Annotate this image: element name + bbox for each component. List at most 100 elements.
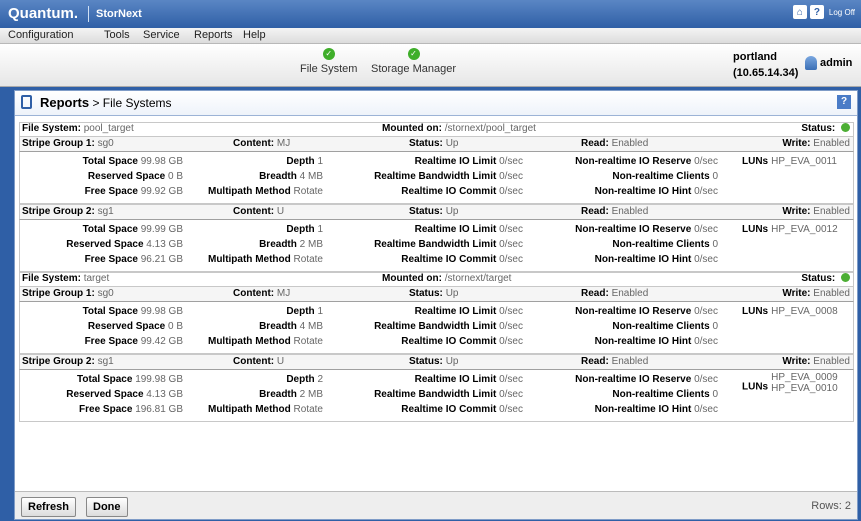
filesystem-name-label: File System:	[22, 123, 81, 134]
help-icon[interactable]: ?	[837, 95, 851, 109]
nrt-io-hint: Non-realtime IO Hint 0/sec	[595, 186, 718, 197]
breadth-label: Breadth	[259, 321, 297, 332]
stripe-group-status: Status: Up	[409, 138, 458, 149]
total-space-value: 99.99 GB	[140, 224, 183, 235]
reserved-space-label: Reserved Space	[66, 239, 144, 250]
multipath-method: Multipath Method Rotate	[208, 336, 323, 347]
host-ip: (10.65.14.34)	[733, 67, 799, 79]
title-bar: Quantum. StorNext ⌂ ? Log Off	[0, 0, 861, 28]
stripe-group-read-label: Read:	[581, 206, 609, 217]
rt-io-commit-label: Realtime IO Commit	[401, 254, 497, 265]
total-space-label: Total Space	[82, 306, 138, 317]
rt-io-commit-value: 0/sec	[499, 254, 523, 265]
nrt-io-reserve: Non-realtime IO Reserve 0/sec	[575, 224, 718, 235]
nrt-clients-value: 0	[712, 239, 718, 250]
stripe-group-row: Stripe Group 2: sg1 Content: U Status: U…	[19, 204, 854, 220]
lun-value: HP_EVA_0009	[771, 372, 838, 383]
luns: LUNs HP_EVA_0011	[742, 156, 837, 167]
menu-tools[interactable]: Tools	[104, 29, 130, 41]
status-ok-icon	[841, 123, 850, 132]
reserved-space-value: 0 B	[167, 171, 183, 182]
stripe-group-write-label: Write:	[782, 138, 811, 149]
menu-help[interactable]: Help	[243, 29, 266, 41]
stripe-group-status: Status: Up	[409, 356, 458, 367]
filesystem-status-label: Status:	[801, 123, 836, 134]
nrt-io-hint-value: 0/sec	[694, 254, 718, 265]
reserved-space-value: 4.13 GB	[146, 239, 183, 250]
rt-bandwidth-limit-label: Realtime Bandwidth Limit	[374, 239, 497, 250]
filesystem-name-label: File System:	[22, 273, 81, 284]
row-count: Rows: 2	[811, 500, 851, 512]
luns-label: LUNs	[742, 156, 769, 168]
user-info[interactable]: admin	[805, 56, 852, 70]
done-button[interactable]: Done	[86, 497, 128, 517]
report-icon	[21, 95, 32, 109]
refresh-button[interactable]: Refresh	[21, 497, 76, 517]
filesystem-name-value: target	[83, 273, 110, 284]
depth-label: Depth	[286, 156, 315, 167]
rt-io-limit-value: 0/sec	[499, 374, 523, 385]
menu-configuration[interactable]: Configuration	[8, 29, 73, 41]
breadth-value: 4 MB	[299, 321, 323, 332]
menu-service[interactable]: Service	[143, 29, 180, 41]
logoff-link[interactable]: Log Off	[829, 8, 855, 17]
rt-bandwidth-limit-value: 0/sec	[499, 389, 523, 400]
filesystem-status: Status:	[801, 123, 850, 134]
stripe-group-name-label: Stripe Group 1:	[22, 288, 95, 299]
stripe-group-content-label: Content:	[233, 288, 275, 299]
stripe-group-write: Write: Enabled	[782, 288, 850, 299]
nrt-io-hint-value: 0/sec	[694, 336, 718, 347]
stripe-group-status-label: Status:	[409, 356, 443, 367]
multipath-method-label: Multipath Method	[207, 336, 291, 347]
filesystem-row: File System: pool_target Mounted on: /st…	[19, 122, 854, 136]
nrt-io-reserve-value: 0/sec	[694, 374, 718, 385]
multipath-method: Multipath Method Rotate	[208, 404, 323, 415]
top-icons: ⌂ ? Log Off	[792, 5, 855, 19]
stripe-group-content-value: U	[276, 356, 285, 367]
nrt-io-hint-label: Non-realtime IO Hint	[594, 186, 692, 197]
depth-label: Depth	[286, 306, 315, 317]
host-name: portland	[733, 51, 777, 63]
mounted-on-label: Mounted on:	[382, 123, 442, 134]
stripe-group-status-value: Up	[445, 288, 459, 299]
filesystem-row: File System: target Mounted on: /stornex…	[19, 272, 854, 286]
stripe-group-write-label: Write:	[782, 206, 811, 217]
status-ok-icon	[841, 273, 850, 282]
rt-io-limit-label: Realtime IO Limit	[414, 306, 497, 317]
stripe-group-write-value: Enabled	[813, 356, 850, 367]
user-icon	[805, 56, 817, 70]
menu-reports[interactable]: Reports	[194, 29, 233, 41]
user-name: admin	[820, 57, 853, 69]
breadth: Breadth 2 MB	[259, 239, 323, 250]
nrt-io-reserve: Non-realtime IO Reserve 0/sec	[575, 156, 718, 167]
depth-label: Depth	[286, 374, 315, 385]
rt-io-commit-value: 0/sec	[499, 186, 523, 197]
rt-bandwidth-limit-value: 0/sec	[499, 239, 523, 250]
nrt-clients: Non-realtime Clients 0	[612, 239, 718, 250]
stripe-group-read-label: Read:	[581, 138, 609, 149]
multipath-method: Multipath Method Rotate	[208, 254, 323, 265]
home-icon[interactable]: ⌂	[792, 5, 807, 19]
stripe-group-details: Total Space 99.99 GB Reserved Space 4.13…	[19, 220, 854, 272]
nrt-io-hint-label: Non-realtime IO Hint	[594, 254, 692, 265]
filesystem-name: File System: pool_target	[22, 123, 134, 134]
stripe-group-name-label: Stripe Group 1:	[22, 138, 95, 149]
total-space-label: Total Space	[82, 156, 138, 167]
stripe-group-write-value: Enabled	[813, 138, 850, 149]
nav-file-system[interactable]: ✓ File System	[300, 48, 357, 75]
stripe-group-read: Read: Enabled	[581, 356, 648, 367]
nav-storage-manager[interactable]: ✓ Storage Manager	[371, 48, 456, 75]
nrt-io-reserve: Non-realtime IO Reserve 0/sec	[575, 374, 718, 385]
stripe-group-name: Stripe Group 1: sg0	[22, 288, 114, 299]
help-icon[interactable]: ?	[809, 5, 824, 19]
stripe-group-read: Read: Enabled	[581, 206, 648, 217]
depth: Depth 1	[286, 224, 323, 235]
rt-io-limit: Realtime IO Limit 0/sec	[415, 224, 523, 235]
free-space: Free Space 96.21 GB	[85, 254, 183, 265]
rt-bandwidth-limit-label: Realtime Bandwidth Limit	[374, 389, 497, 400]
depth: Depth 2	[286, 374, 323, 385]
mounted-on-value: /stornext/pool_target	[444, 123, 536, 134]
rt-io-commit: Realtime IO Commit 0/sec	[401, 186, 523, 197]
stripe-group-status-label: Status:	[409, 206, 443, 217]
stripe-group-name-label: Stripe Group 2:	[22, 206, 95, 217]
